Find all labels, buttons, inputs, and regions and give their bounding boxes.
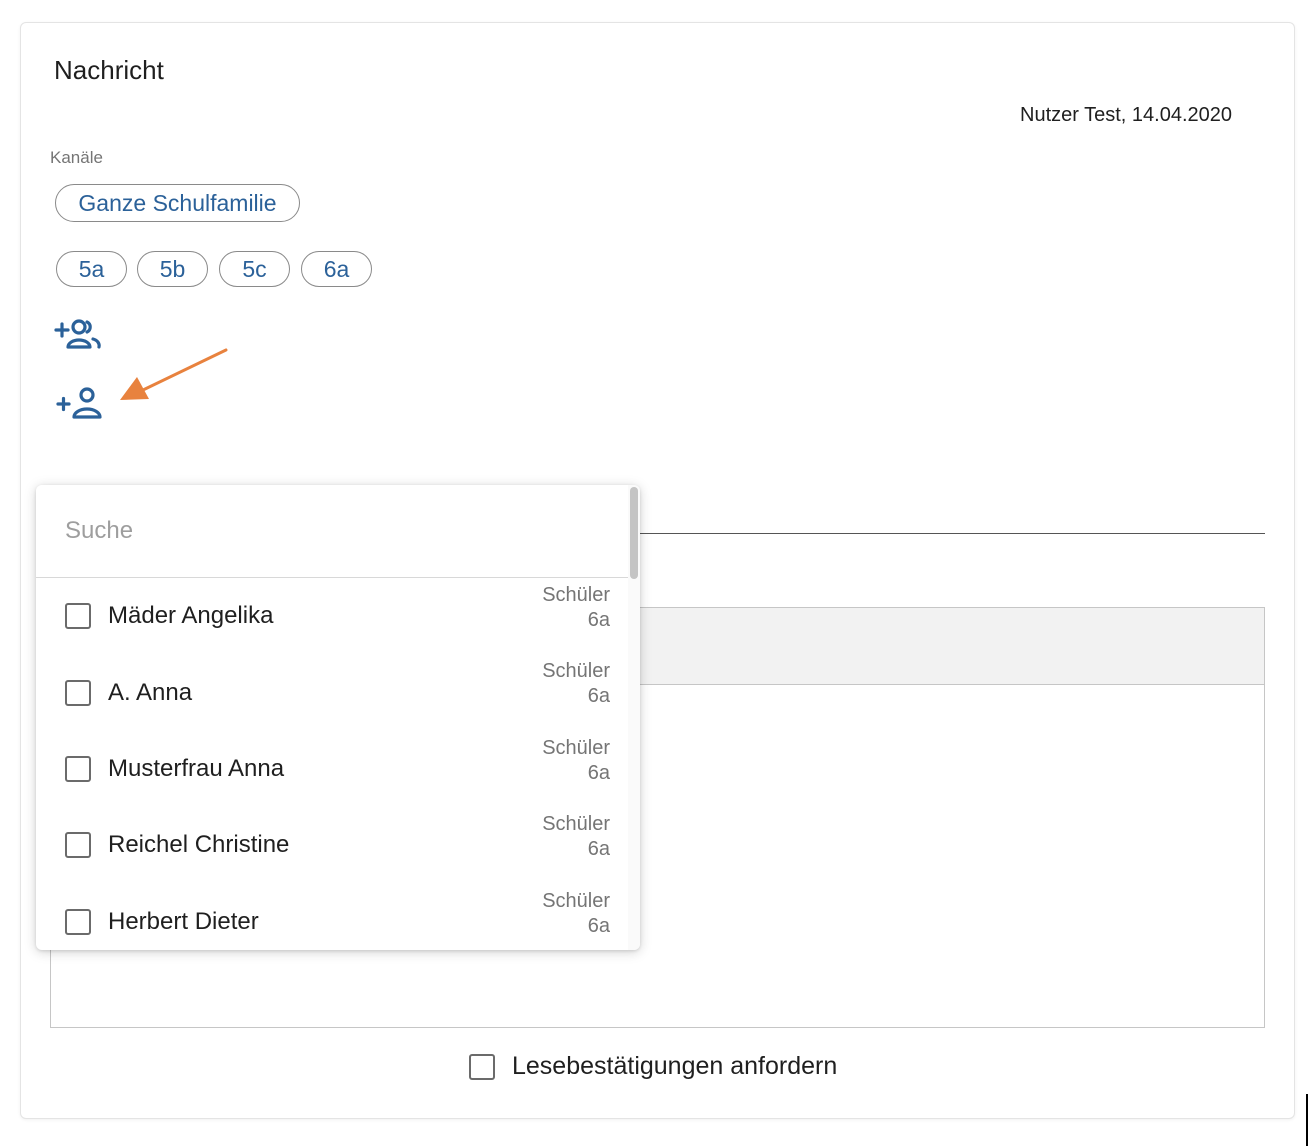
read-receipt-option[interactable]: Lesebestätigungen anfordern [469, 1052, 837, 1081]
scrollbar-thumb[interactable] [630, 487, 638, 579]
recipient-name: Herbert Dieter [108, 907, 259, 935]
recipient-role: Schüler [542, 660, 610, 683]
recipient-role: Schüler [542, 736, 610, 759]
recipients-divider [638, 533, 1265, 534]
recipient-class: 6a [587, 914, 610, 937]
recipient-checkbox[interactable] [65, 679, 91, 706]
channel-chip-school-family[interactable]: Ganze Schulfamilie [55, 184, 300, 222]
recipient-role: Schüler [542, 813, 610, 836]
recipient-checkbox[interactable] [65, 603, 91, 630]
channel-chip-5a[interactable]: 5a [56, 251, 127, 287]
read-receipt-label: Lesebestätigungen anfordern [512, 1052, 838, 1080]
annotation-arrow-icon [120, 348, 228, 400]
recipient-name: Mäder Angelika [108, 602, 274, 630]
recipient-name: Reichel Christine [108, 831, 290, 859]
add-person-icon[interactable] [55, 386, 105, 422]
search-input[interactable] [36, 485, 628, 578]
list-item[interactable]: Reichel Christine Schüler 6a [36, 807, 628, 883]
channel-chip-5b[interactable]: 5b [137, 251, 208, 287]
dropdown-scrollbar[interactable] [628, 485, 640, 950]
recipient-meta: Schüler 6a [542, 736, 610, 786]
recipient-name: A. Anna [108, 678, 193, 706]
recipient-checkbox[interactable] [65, 832, 91, 859]
list-item[interactable]: Musterfrau Anna Schüler 6a [36, 731, 628, 807]
author-date: Nutzer Test, 14.04.2020 [1020, 104, 1232, 126]
recipient-list: Mäder Angelika Schüler 6a A. Anna Schüle… [36, 578, 628, 950]
recipient-class: 6a [587, 685, 610, 708]
read-receipt-checkbox[interactable] [469, 1053, 495, 1080]
channels-label: Kanäle [50, 148, 103, 167]
list-item[interactable]: Mäder Angelika Schüler 6a [36, 578, 628, 654]
recipient-checkbox[interactable] [65, 908, 91, 935]
recipient-class: 6a [587, 609, 610, 631]
list-item[interactable]: A. Anna Schüler 6a [36, 654, 628, 730]
recipient-meta: Schüler 6a [542, 659, 610, 709]
recipient-class: 6a [587, 838, 610, 861]
recipient-meta: Schüler 6a [542, 889, 610, 939]
recipient-meta: Schüler 6a [542, 812, 610, 862]
add-group-icon[interactable] [54, 318, 104, 354]
text-cursor [1306, 1094, 1308, 1146]
channel-chip-5c[interactable]: 5c [219, 251, 290, 287]
channel-chip-6a[interactable]: 6a [301, 251, 372, 287]
recipient-role: Schüler [542, 584, 610, 606]
recipient-name: Musterfrau Anna [108, 754, 285, 782]
recipient-meta: Schüler 6a [542, 583, 610, 633]
page-title: Nachricht [54, 55, 164, 85]
recipient-dropdown: Mäder Angelika Schüler 6a A. Anna Schüle… [36, 485, 640, 950]
list-item[interactable]: Herbert Dieter Schüler 6a [36, 884, 628, 950]
recipient-role: Schüler [542, 889, 610, 912]
recipient-checkbox[interactable] [65, 755, 91, 782]
recipient-class: 6a [587, 761, 610, 784]
